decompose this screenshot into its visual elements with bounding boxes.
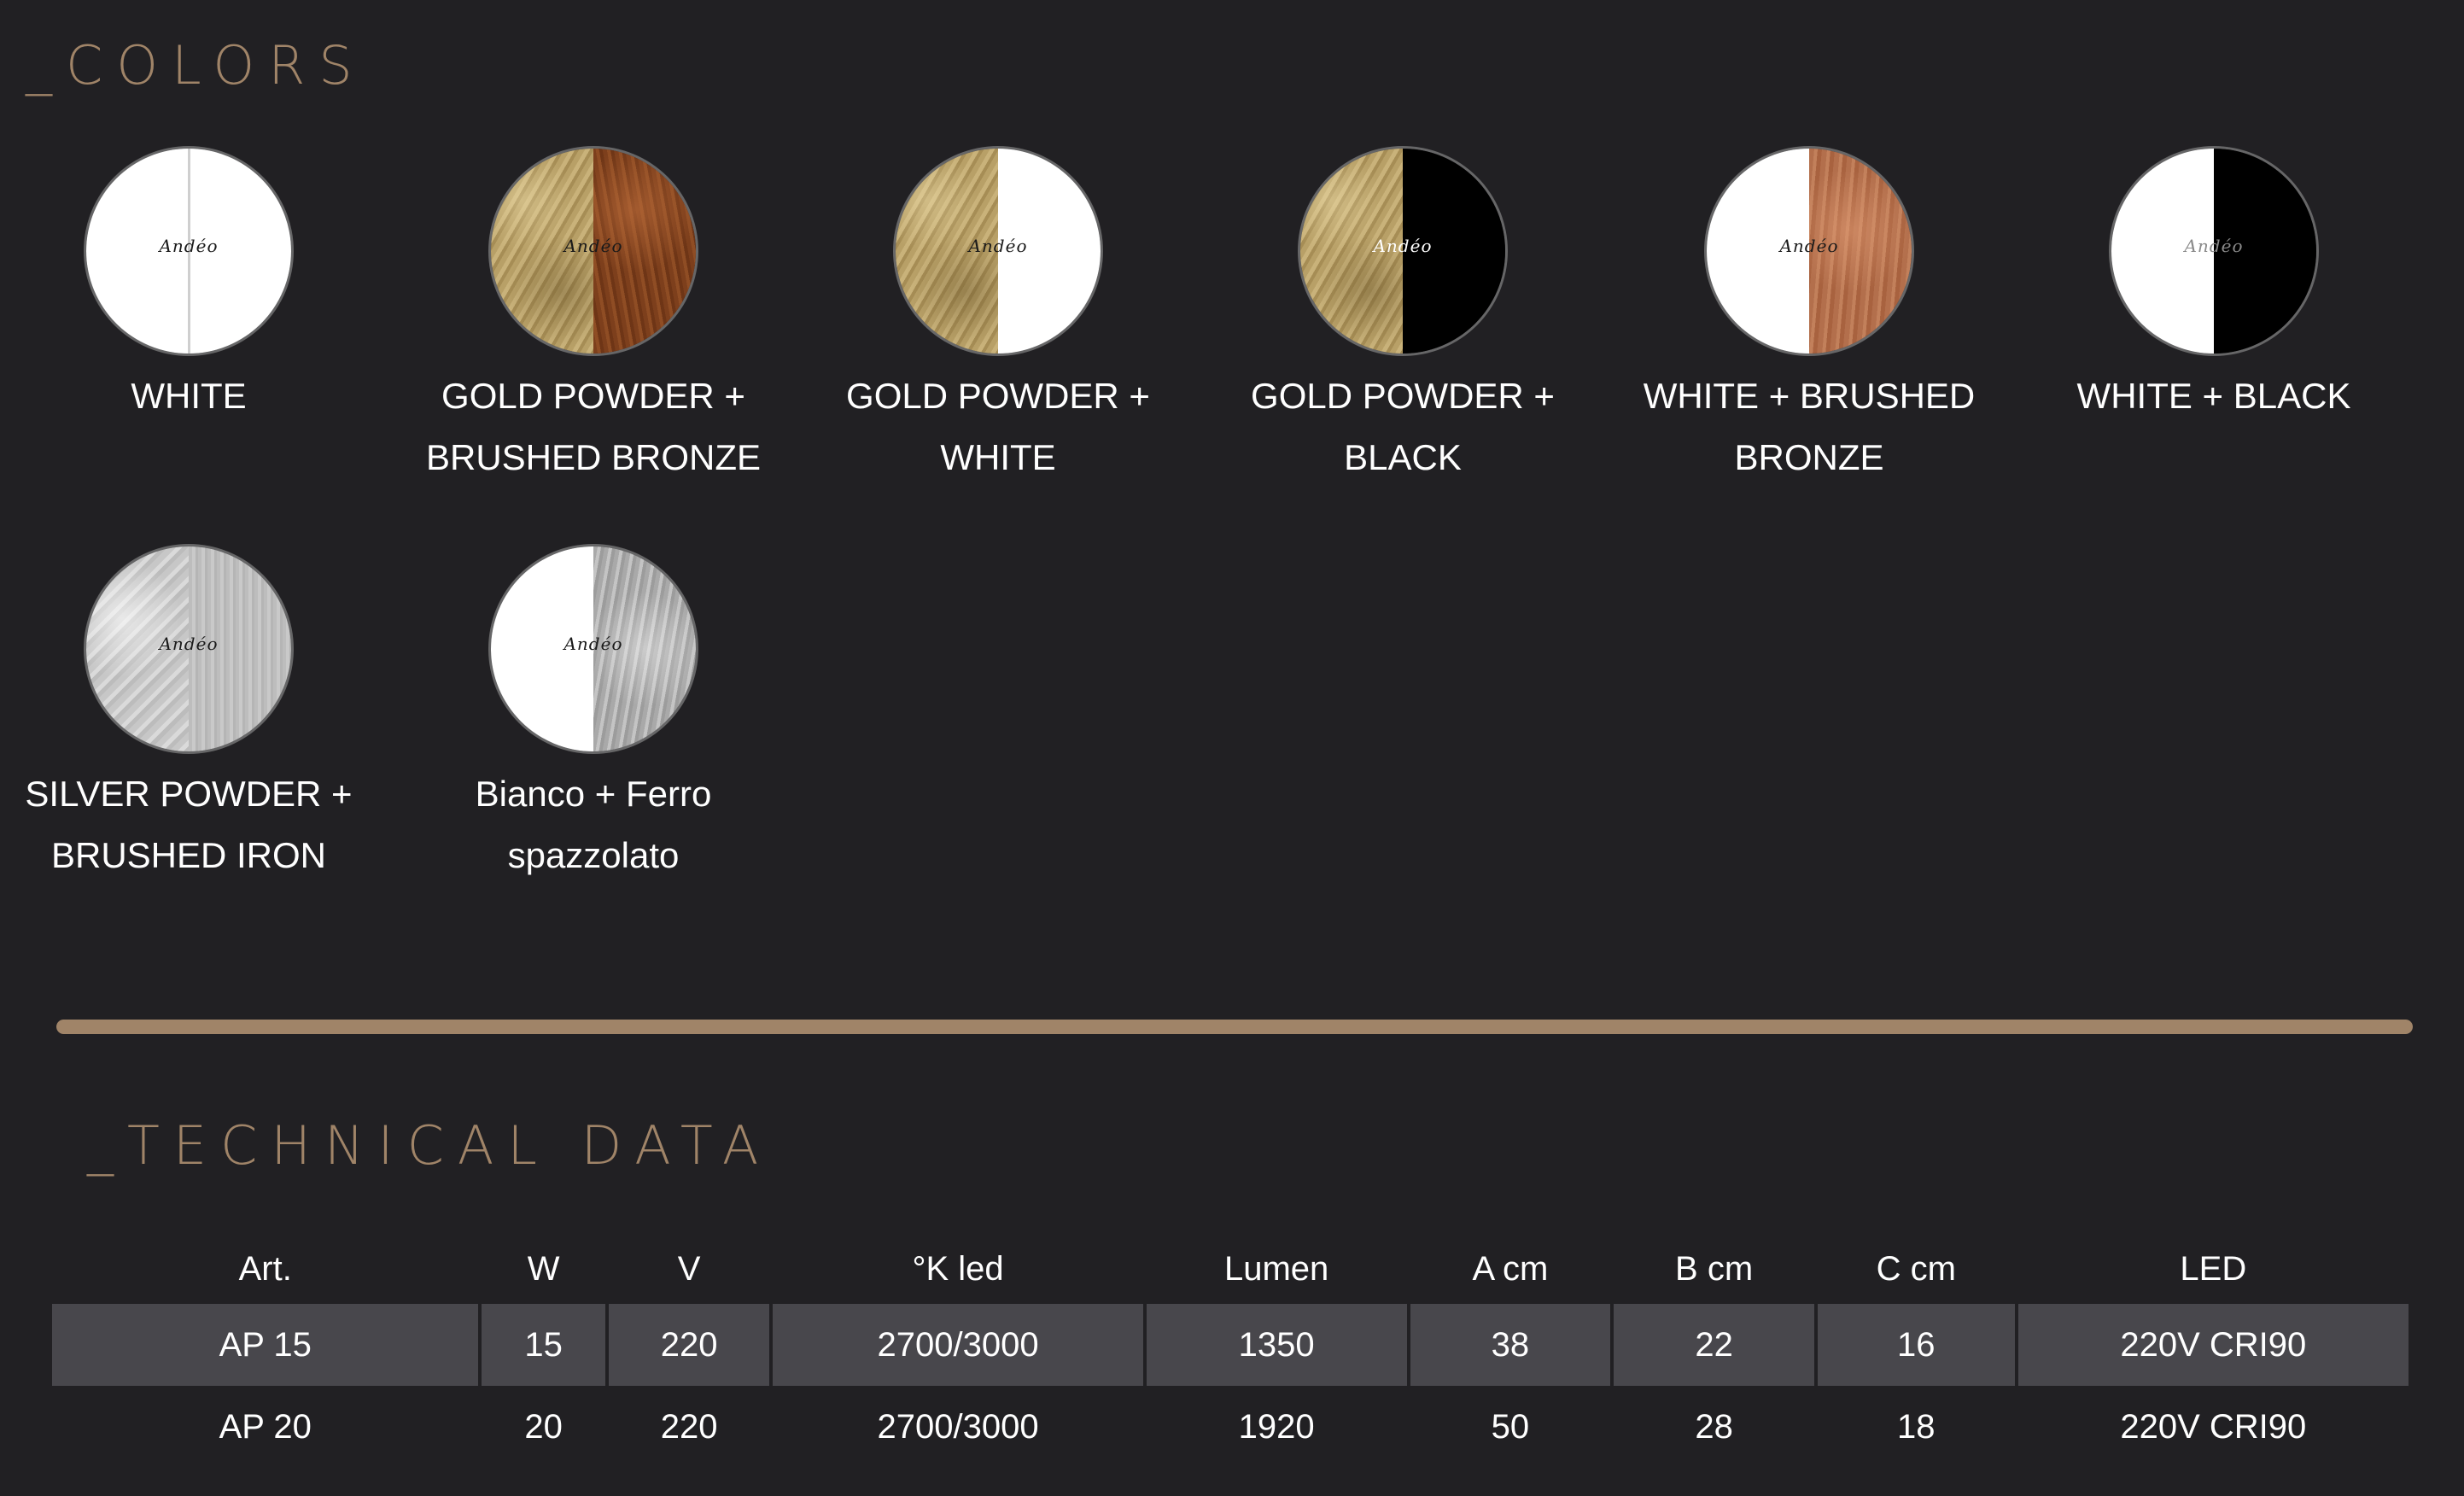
color-disc: Andéo: [896, 149, 1101, 354]
table-cell: 2700/3000: [773, 1304, 1143, 1386]
technical-data-section-title: _TECHNICAL DATA: [87, 1114, 773, 1177]
swatch-label: WHITE: [131, 376, 247, 416]
table-cell: 20: [524, 1407, 563, 1446]
table-cell: 2700/3000: [877, 1407, 1039, 1446]
swatch-label: WHITE + BLACK: [2076, 376, 2351, 416]
swatch-gold-powder-white[interactable]: Andéo GOLD POWDER + WHITE: [827, 149, 1169, 488]
table-cell: 16: [1817, 1304, 2015, 1386]
swatch-white-black[interactable]: Andéo WHITE + BLACK: [2043, 149, 2385, 427]
table-row: AP 15 15 220 2700/3000 1350 38 22 16 220…: [52, 1304, 2409, 1386]
column-header-w: W: [527, 1249, 560, 1288]
table-cell: 220: [660, 1407, 718, 1446]
table-cell: 15: [482, 1304, 605, 1386]
swatch-bianco-ferro-spazzolato[interactable]: Andéo Bianco + Ferro spazzolato: [423, 546, 764, 886]
swatch-label: Bianco + Ferro spazzolato: [475, 774, 712, 875]
swatch-gold-powder-brushed-bronze[interactable]: Andéo GOLD POWDER + BRUSHED BRONZE: [423, 149, 764, 488]
table-cell: 50: [1491, 1407, 1530, 1446]
color-disc: Andéo: [2111, 149, 2316, 354]
swatch-gold-powder-black[interactable]: Andéo GOLD POWDER + BLACK: [1232, 149, 1574, 488]
table-cell: 22: [1614, 1304, 1814, 1386]
swatch-label: GOLD POWDER + BLACK: [1251, 376, 1555, 477]
table-cell: 1350: [1146, 1304, 1407, 1386]
swatch-white-brushed-bronze[interactable]: Andéo WHITE + BRUSHED BRONZE: [1638, 149, 1980, 488]
andeo-logo: Andéo: [1373, 236, 1433, 256]
section-divider: [56, 1020, 2413, 1034]
column-header-k-led: °K led: [912, 1249, 1004, 1288]
andeo-logo: Andéo: [563, 236, 623, 256]
andeo-logo: Andéo: [159, 236, 219, 256]
color-disc: Andéo: [86, 149, 291, 354]
column-header-art: Art.: [238, 1249, 292, 1288]
swatch-label: GOLD POWDER + WHITE: [846, 376, 1150, 477]
column-header-c-cm: C cm: [1876, 1249, 1956, 1288]
column-header-b-cm: B cm: [1675, 1249, 1754, 1288]
swatch-label: GOLD POWDER + BRUSHED BRONZE: [425, 376, 762, 477]
color-disc: Andéo: [86, 546, 291, 751]
technical-data-table: Art. W V °K led Lumen A cm B cm C cm LED…: [49, 1234, 2412, 1468]
color-disc: Andéo: [491, 149, 696, 354]
swatch-silver-powder-brushed-iron[interactable]: Andéo SILVER POWDER + BRUSHED IRON: [18, 546, 359, 886]
andeo-logo: Andéo: [159, 634, 219, 654]
column-header-lumen: Lumen: [1223, 1249, 1329, 1288]
table-cell: 28: [1695, 1407, 1733, 1446]
table-cell: 38: [1410, 1304, 1611, 1386]
andeo-logo: Andéo: [2184, 236, 2244, 256]
swatch-white[interactable]: Andéo WHITE: [18, 149, 359, 427]
color-swatch-grid: Andéo WHITE Andéo GOLD POWDER + BRUSHED …: [0, 0, 2464, 939]
table-cell: 18: [1897, 1407, 1936, 1446]
andeo-logo: Andéo: [1779, 236, 1839, 256]
swatch-label: WHITE + BRUSHED BRONZE: [1643, 376, 1976, 477]
andeo-logo: Andéo: [968, 236, 1028, 256]
color-disc: Andéo: [491, 546, 696, 751]
column-header-led: LED: [2180, 1249, 2247, 1288]
table-cell: 220V CRI90: [2017, 1304, 2409, 1386]
table-cell: 220V CRI90: [2120, 1407, 2307, 1446]
table-row: AP 20 20 220 2700/3000 1920 50 28 18 220…: [52, 1386, 2409, 1468]
swatch-label: SILVER POWDER + BRUSHED IRON: [25, 774, 353, 875]
color-disc: Andéo: [1707, 149, 1912, 354]
table-cell: AP 15: [52, 1304, 479, 1386]
column-header-v: V: [677, 1249, 701, 1288]
column-header-a-cm: A cm: [1472, 1249, 1549, 1288]
color-disc: Andéo: [1300, 149, 1505, 354]
andeo-logo: Andéo: [563, 634, 623, 654]
table-header-row: Art. W V °K led Lumen A cm B cm C cm LED: [52, 1234, 2409, 1304]
table-cell: AP 20: [219, 1407, 312, 1446]
table-cell: 220: [608, 1304, 770, 1386]
table-cell: 1920: [1238, 1407, 1315, 1446]
